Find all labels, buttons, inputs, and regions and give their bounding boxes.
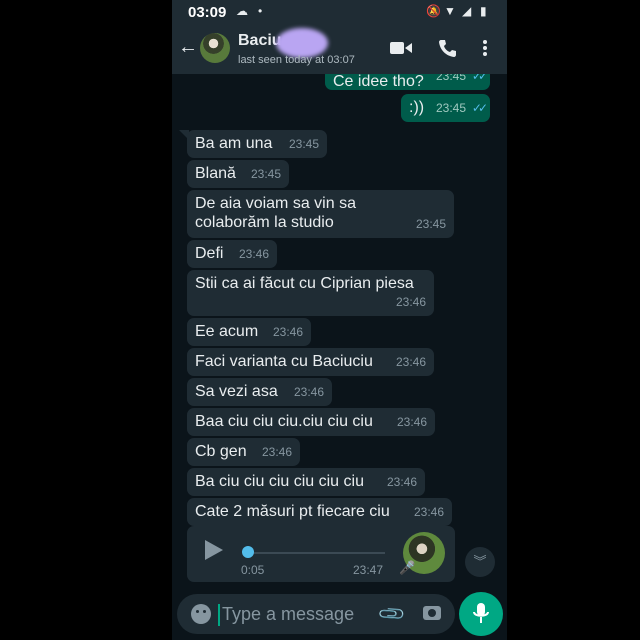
message-time: 23:46 <box>238 247 269 261</box>
message-bubble-outgoing[interactable]: :)) 23:45 ✓✓ <box>401 94 490 122</box>
message-text: Ce idee tho? <box>333 74 424 90</box>
message-text: Blană <box>195 165 236 182</box>
mic-icon: 🎤 <box>399 560 416 575</box>
message-text: Ee acum <box>195 323 259 340</box>
play-icon[interactable] <box>205 540 223 560</box>
message-text: Faci varianta cu Baciuciu <box>195 353 373 370</box>
battery-icon: ▮ <box>480 4 487 18</box>
message-bubble-incoming[interactable]: Ee acum 23:46 <box>187 318 311 346</box>
message-time: 23:46 <box>413 505 444 519</box>
voice-progress-knob[interactable] <box>242 546 254 558</box>
message-bubble-incoming[interactable]: Baa ciu ciu ciu.ciu ciu ciu 23:46 <box>187 408 435 436</box>
read-ticks-icon: ✓✓ <box>471 74 488 83</box>
message-time: 23:46 <box>396 415 427 429</box>
message-bubble-incoming[interactable]: Cate 2 măsuri pt fiecare ciu 23:46 <box>187 498 452 526</box>
message-text: Ba am una <box>195 135 273 152</box>
message-bubble-incoming[interactable]: Ba am una 23:45 <box>179 130 327 158</box>
emoji-icon[interactable] <box>191 604 211 624</box>
voice-progress-track[interactable] <box>247 552 385 554</box>
scroll-to-bottom-button[interactable]: ︾ <box>465 547 495 577</box>
message-bubble-incoming[interactable]: Blană 23:45 <box>187 160 289 188</box>
message-list[interactable]: Ce idee tho? 23:45 ✓✓ :)) 23:45 ✓✓ Ba am… <box>172 74 507 590</box>
phone-icon[interactable] <box>438 39 456 57</box>
message-text: Ba ciu ciu ciu ciu ciu ciu <box>195 473 364 490</box>
message-input-placeholder: Type a message <box>222 604 355 624</box>
signal-icon: ◢ <box>462 4 472 18</box>
status-bar: 03:09 ☁ • 🔕 ▼ ◢ ▮ <box>172 0 507 24</box>
message-time: 23:47 <box>353 563 384 577</box>
text-cursor <box>218 604 220 626</box>
message-time: 23:46 <box>293 385 324 399</box>
message-bubble-incoming[interactable]: Cb gen 23:46 <box>187 438 300 466</box>
message-time: 23:45 <box>435 74 466 83</box>
dot-icon: • <box>258 4 263 18</box>
double-chevron-down-icon: ︾ <box>473 554 487 569</box>
message-bubble-incoming[interactable]: Sa vezi asa 23:46 <box>187 378 332 406</box>
mic-icon <box>473 603 489 623</box>
last-seen-status: last seen today at 03:07 <box>238 54 355 66</box>
message-text-line1: De aia voiam sa vin sa <box>195 195 356 212</box>
message-bubble-incoming[interactable]: Defi 23:46 <box>187 240 277 268</box>
wifi-icon: ▼ <box>444 4 456 18</box>
message-time: 23:46 <box>261 445 292 459</box>
message-time: 23:45 <box>288 137 319 151</box>
message-bubble-incoming[interactable]: Ba ciu ciu ciu ciu ciu ciu 23:46 <box>187 468 425 496</box>
bubble-tail <box>179 130 189 140</box>
status-time: 03:09 <box>188 4 227 21</box>
message-text: Defi <box>195 245 224 262</box>
message-time: 23:45 <box>415 217 446 231</box>
message-bubble-outgoing[interactable]: Ce idee tho? 23:45 ✓✓ <box>325 74 490 90</box>
video-call-icon[interactable] <box>390 41 412 55</box>
read-ticks-icon: ✓✓ <box>471 101 488 115</box>
voice-duration: 0:05 <box>241 563 265 577</box>
more-vert-icon[interactable] <box>482 39 488 57</box>
message-text: Stii ca ai făcut cu Ciprian piesa <box>195 275 414 292</box>
message-time: 23:45 <box>250 167 281 181</box>
message-time: 23:46 <box>395 355 426 369</box>
voice-record-button[interactable] <box>459 592 503 636</box>
message-text: Sa vezi asa <box>195 383 278 400</box>
message-bubble-incoming[interactable]: Faci varianta cu Baciuciu 23:46 <box>187 348 434 376</box>
message-time: 23:46 <box>272 325 303 339</box>
message-time: 23:46 <box>386 475 417 489</box>
message-bubble-incoming[interactable]: De aia voiam sa vin sa colaborăm la stud… <box>187 190 454 238</box>
mute-icon: 🔕 <box>426 4 441 18</box>
voice-message-bubble[interactable]: 0:05 23:47 🎤 <box>187 526 455 582</box>
phone-screen: 03:09 ☁ • 🔕 ▼ ◢ ▮ ← Baciu last seen toda… <box>172 0 507 640</box>
message-time: 23:46 <box>395 295 426 309</box>
message-text: Cate 2 măsuri pt fiecare ciu <box>195 503 390 520</box>
cloud-icon: ☁ <box>236 4 248 18</box>
composer-bar: Type a message 📎 <box>172 590 507 640</box>
message-text: :)) <box>409 99 425 116</box>
message-text-line2: colaborăm la studio <box>195 214 334 231</box>
message-input[interactable]: Type a message 📎 <box>177 594 455 634</box>
message-text: Cb gen <box>195 443 247 460</box>
chat-header: ← Baciu last seen today at 03:07 <box>172 24 507 74</box>
camera-icon[interactable] <box>423 606 441 620</box>
back-arrow-icon[interactable]: ← <box>178 36 198 59</box>
contact-name[interactable]: Baciu <box>238 32 282 50</box>
paperclip-icon[interactable]: 📎 <box>377 599 408 630</box>
message-text: Baa ciu ciu ciu.ciu ciu ciu <box>195 413 373 430</box>
message-time: 23:45 <box>435 101 466 115</box>
message-bubble-incoming[interactable]: Stii ca ai făcut cu Ciprian piesa 23:46 <box>187 270 434 316</box>
contact-avatar[interactable] <box>200 33 230 63</box>
